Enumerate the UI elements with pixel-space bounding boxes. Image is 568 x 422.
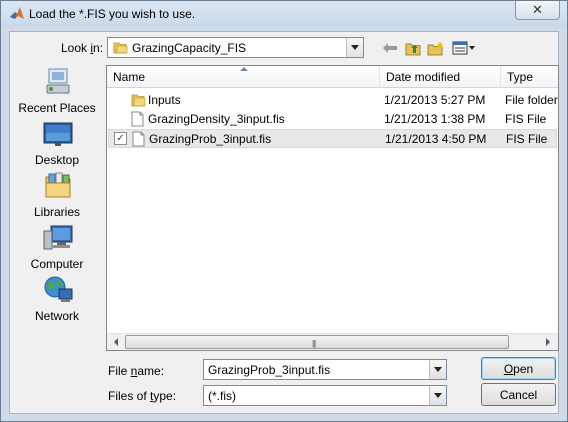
recent-places-icon <box>46 68 70 94</box>
place-label: Network <box>34 309 79 323</box>
chevron-down-icon <box>351 45 359 50</box>
column-header-name[interactable]: Name <box>107 66 380 88</box>
places-bar: Recent Places Desktop Libraries Computer… <box>13 65 101 353</box>
arrow-left-icon <box>113 338 118 346</box>
grip-icon: ||| <box>312 339 316 348</box>
file-name-dropdown-button[interactable] <box>429 360 446 379</box>
horizontal-scrollbar[interactable]: ||| <box>107 333 558 350</box>
scroll-right-button[interactable] <box>539 334 556 350</box>
file-list[interactable]: Name Date modified Type Inputs 1/21/2013… <box>106 65 559 351</box>
arrow-right-icon <box>545 338 550 346</box>
scroll-thumb[interactable]: ||| <box>125 335 509 349</box>
file-name-value: GrazingProb_3input.fis <box>208 363 331 377</box>
up-folder-icon <box>405 43 420 55</box>
place-network[interactable]: Network <box>13 273 101 325</box>
file-icon <box>131 111 144 127</box>
window-title: Load the *.FIS you wish to use. <box>29 7 196 21</box>
load-fis-dialog: Load the *.FIS you wish to use. ✕ Look i… <box>0 0 568 422</box>
new-folder-icon <box>427 41 444 56</box>
computer-icon <box>43 225 73 250</box>
desktop-icon <box>43 122 73 146</box>
sort-ascending-icon <box>240 67 248 71</box>
open-button-label: Open <box>503 361 534 376</box>
chevron-down-icon <box>434 367 442 372</box>
file-name-cell: Inputs <box>148 93 181 107</box>
cancel-button[interactable]: Cancel <box>481 383 556 406</box>
matlab-icon <box>10 7 24 19</box>
view-menu-icon <box>452 41 475 55</box>
chevron-down-icon <box>434 393 442 398</box>
folder-icon <box>131 94 146 107</box>
place-label: Recent Places <box>18 101 96 115</box>
title-bar[interactable]: Load the *.FIS you wish to use. ✕ <box>1 1 567 27</box>
place-computer[interactable]: Computer <box>13 221 101 273</box>
look-in-label: Look in: <box>61 41 104 55</box>
new-folder-button[interactable] <box>426 39 446 57</box>
column-header-label: Name <box>113 70 146 84</box>
file-row-grazingprob[interactable]: ✓ GrazingProb_3input.fis 1/21/2013 4:50 … <box>108 129 557 148</box>
file-date-cell: 1/21/2013 5:27 PM <box>384 93 486 107</box>
file-name-combobox[interactable]: GrazingProb_3input.fis <box>203 359 447 380</box>
look-in-dropdown-button[interactable] <box>346 38 363 57</box>
file-type-cell: File folder <box>505 93 558 107</box>
files-of-type-select[interactable]: (*.fis) <box>203 385 447 406</box>
file-name-cell: GrazingDensity_3input.fis <box>148 112 285 126</box>
dialog-body: Look in: GrazingCapacity_FIS Recent Plac… <box>9 31 559 414</box>
back-arrow-icon <box>383 43 397 53</box>
files-of-type-value: (*.fis) <box>208 389 236 403</box>
file-row-inputs[interactable]: Inputs 1/21/2013 5:27 PM File folder <box>108 91 558 110</box>
file-name-label: File name: <box>108 364 165 378</box>
open-button[interactable]: Open <box>481 357 556 380</box>
network-icon <box>44 276 73 302</box>
cancel-button-label: Cancel <box>499 387 538 402</box>
file-date-cell: 1/21/2013 4:50 PM <box>385 132 487 146</box>
close-icon: ✕ <box>532 2 543 17</box>
close-button[interactable]: ✕ <box>515 1 560 20</box>
folder-icon <box>113 42 128 54</box>
files-of-type-label: Files of type: <box>108 389 177 403</box>
place-label: Desktop <box>34 153 80 167</box>
selection-checkbox[interactable]: ✓ <box>114 132 127 145</box>
column-header-type[interactable]: Type <box>501 66 558 88</box>
list-header: Name Date modified Type <box>107 66 558 88</box>
place-libraries[interactable]: Libraries <box>13 169 101 221</box>
file-type-cell: FIS File <box>506 132 548 146</box>
scroll-left-button[interactable] <box>107 334 124 350</box>
file-icon <box>132 131 145 147</box>
place-desktop[interactable]: Desktop <box>13 117 101 169</box>
file-date-cell: 1/21/2013 1:38 PM <box>384 112 486 126</box>
file-name-cell: GrazingProb_3input.fis <box>149 132 272 146</box>
column-header-label: Date modified <box>386 70 461 84</box>
up-one-level-button[interactable] <box>403 39 423 57</box>
view-menu-button[interactable] <box>451 39 477 57</box>
files-of-type-dropdown-button[interactable] <box>429 386 446 405</box>
back-button[interactable] <box>380 39 400 57</box>
libraries-icon <box>45 172 71 198</box>
column-header-label: Type <box>507 70 534 84</box>
file-type-cell: FIS File <box>505 112 547 126</box>
file-row-grazingdensity[interactable]: GrazingDensity_3input.fis 1/21/2013 1:38… <box>108 110 557 129</box>
place-label: Libraries <box>33 205 81 219</box>
place-recent-places[interactable]: Recent Places <box>13 65 101 117</box>
look-in-value: GrazingCapacity_FIS <box>132 41 247 55</box>
place-label: Computer <box>30 257 84 271</box>
column-header-date-modified[interactable]: Date modified <box>380 66 501 88</box>
look-in-combobox[interactable]: GrazingCapacity_FIS <box>107 37 364 58</box>
